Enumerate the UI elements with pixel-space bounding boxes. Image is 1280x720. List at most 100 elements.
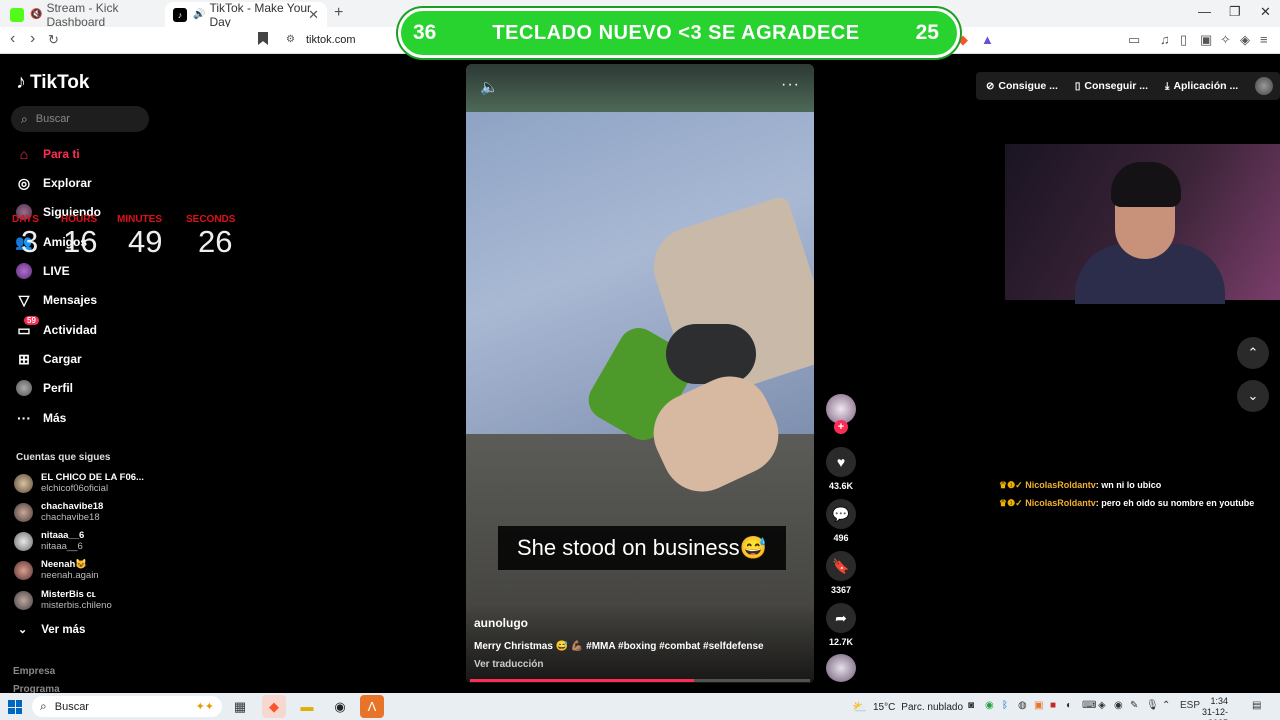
nav-para-ti[interactable]: ⌂ Para ti: [16, 143, 80, 165]
following-account[interactable]: nitaaa__6 nitaaa__6: [14, 528, 84, 554]
search-input[interactable]: ⌕ Buscar: [11, 106, 149, 132]
activity-badge: 59: [24, 316, 39, 325]
site-info-icon[interactable]: ⚙: [286, 34, 295, 45]
tray-app-icon[interactable]: ◈: [1098, 700, 1106, 711]
leo-icon[interactable]: ✧: [1220, 32, 1231, 48]
app-label: Aplicación ...: [1173, 80, 1239, 92]
volume-icon[interactable]: 🔈: [480, 78, 499, 96]
forward-icon[interactable]: ›: [30, 30, 35, 48]
microphone-icon[interactable]: 🎙: [1146, 700, 1159, 711]
share-button[interactable]: ➦ 12.7K: [825, 603, 857, 647]
tab-tiktok[interactable]: ♪ 🔊 TikTok - Make Your Day ✕: [165, 1, 327, 29]
countdown-days-value: 3: [21, 224, 39, 259]
save-count: 3367: [830, 585, 852, 595]
new-tab-button[interactable]: +: [334, 4, 343, 22]
account-name: Neenah😺: [41, 559, 88, 570]
following-account[interactable]: Neenah😺 neenah.again: [14, 557, 99, 583]
like-button[interactable]: ♥ 43.6K: [825, 447, 857, 491]
vpn-icon[interactable]: ◈: [1240, 32, 1250, 48]
task-view-icon[interactable]: ▦: [228, 695, 252, 718]
countdown-hours-value: 16: [63, 224, 98, 259]
following-account[interactable]: EL CHICO DE LA F06... elchicof06oficial: [14, 470, 144, 496]
steam-icon[interactable]: ◐: [1066, 700, 1072, 711]
tab-kick-dashboard[interactable]: 🔇 Stream - Kick Dashboard: [2, 1, 162, 29]
url-field[interactable]: tiktok.com: [306, 34, 356, 46]
clock[interactable]: 1:34 31-12-2025: [1196, 696, 1228, 720]
media-icon[interactable]: ♫: [1160, 32, 1170, 47]
minimize-button[interactable]: —: [1198, 4, 1211, 19]
rewards-icon[interactable]: ▲: [981, 32, 994, 47]
brave-taskbar-icon[interactable]: ◆: [262, 695, 286, 718]
chevron-up-icon: ⌃: [1247, 345, 1259, 360]
speaker-icon: 🔇: [30, 9, 43, 20]
next-video-button[interactable]: ⌄: [1237, 380, 1269, 412]
see-more-button[interactable]: ⌄ Ver más: [18, 623, 85, 637]
tray-app-icon[interactable]: ◍: [1018, 700, 1027, 711]
tray-app-icon[interactable]: ✎: [1130, 700, 1138, 711]
sidebar-icon[interactable]: ▯: [1180, 32, 1187, 48]
close-tab-icon[interactable]: ✕: [308, 7, 319, 23]
chat-text: wn ni lo ubico: [1101, 480, 1162, 490]
reader-icon[interactable]: ▭: [1128, 32, 1140, 48]
nav-actividad[interactable]: ▭ 59 Actividad: [16, 316, 97, 341]
profile-icon: [16, 380, 32, 396]
tray-app-icon[interactable]: ▣: [1034, 700, 1043, 711]
notification-icon[interactable]: ▤: [1252, 700, 1261, 711]
tray-chevron-icon[interactable]: ⌃: [1162, 700, 1170, 711]
tray-app-icon[interactable]: ■: [1050, 700, 1056, 711]
get-coins-button[interactable]: ⊘ Consigue ...: [986, 80, 1058, 92]
nav-explorar[interactable]: ◎ Explorar: [16, 172, 92, 194]
download-icon: ⤓: [1165, 80, 1170, 92]
nav-perfil[interactable]: Perfil: [16, 377, 73, 399]
nav-mensajes[interactable]: ▽ Mensajes: [16, 289, 97, 311]
wallet-icon[interactable]: ▣: [1200, 32, 1212, 48]
tray-app-icon[interactable]: ⌨: [1082, 700, 1096, 711]
share-icon: ➦: [826, 603, 856, 633]
back-icon[interactable]: ‹: [10, 30, 15, 48]
tiktok-favicon-icon: ♪: [173, 7, 187, 22]
video-player[interactable]: 🔈 ··· She stood on business😅 aunolugo Me…: [466, 64, 814, 683]
video-username[interactable]: aunolugo: [474, 616, 528, 630]
user-avatar[interactable]: [1255, 77, 1274, 95]
account-handle: nitaaa__6: [41, 541, 83, 552]
live-icon: [16, 263, 32, 279]
file-explorer-icon[interactable]: ▬: [295, 695, 319, 718]
bookmark-icon[interactable]: [258, 32, 268, 45]
chat-message: ♛❶✓ NicolasRoldantv: pero eh oido su nom…: [999, 498, 1255, 508]
weather-widget[interactable]: ⛅ 15°C Parc. nublado: [852, 700, 963, 714]
app-icon[interactable]: Λ: [360, 695, 384, 718]
discord-icon[interactable]: ◙: [968, 700, 974, 711]
menu-icon[interactable]: ≡: [1260, 32, 1268, 47]
following-account[interactable]: MisterBis ᴄʟ misterbis.chileno: [14, 587, 112, 613]
nav-live[interactable]: LIVE: [16, 260, 70, 282]
reload-icon[interactable]: ↻: [48, 32, 59, 48]
windows-start-icon[interactable]: [8, 700, 22, 714]
close-window-button[interactable]: ✕: [1260, 4, 1271, 20]
restore-button[interactable]: ❐: [1229, 4, 1241, 20]
tiktok-logo[interactable]: ♪ TikTok: [16, 71, 89, 94]
messages-icon: ▽: [18, 291, 30, 308]
more-options-icon[interactable]: ···: [781, 76, 800, 94]
app-download-button[interactable]: ⤓ Aplicación ...: [1165, 80, 1238, 92]
translate-link[interactable]: Ver traducción: [474, 659, 543, 670]
save-button[interactable]: 🔖 3367: [825, 551, 857, 595]
taskbar-search[interactable]: ⌕ Buscar ✦✦: [32, 696, 222, 717]
weather-condition: Parc. nublado: [901, 701, 964, 713]
previous-video-button[interactable]: ⌃: [1237, 337, 1269, 369]
bluetooth-icon[interactable]: ᛒ: [1002, 700, 1008, 711]
tray-app-icon[interactable]: ◉: [1114, 700, 1123, 711]
nav-mas[interactable]: ··· Más: [16, 407, 66, 429]
comment-button[interactable]: 💬 496: [825, 499, 857, 543]
speaker-icon: 🔊: [193, 9, 206, 20]
following-account[interactable]: chachavibe18 chachavibe18: [14, 499, 103, 525]
music-disc-avatar[interactable]: [826, 654, 856, 682]
account-handle: elchicof06oficial: [41, 483, 109, 494]
video-progress-bar[interactable]: [470, 679, 810, 682]
nav-cargar[interactable]: ⊞ Cargar: [16, 348, 82, 370]
get-app-button[interactable]: ▯ Conseguir ...: [1075, 80, 1148, 92]
footer-link-empresa[interactable]: Empresa: [13, 666, 55, 677]
follow-plus-button[interactable]: +: [834, 420, 848, 434]
obs-icon[interactable]: ◉: [328, 695, 352, 718]
whatsapp-icon[interactable]: ◉: [985, 700, 994, 711]
webcam-overlay: [1005, 144, 1280, 304]
